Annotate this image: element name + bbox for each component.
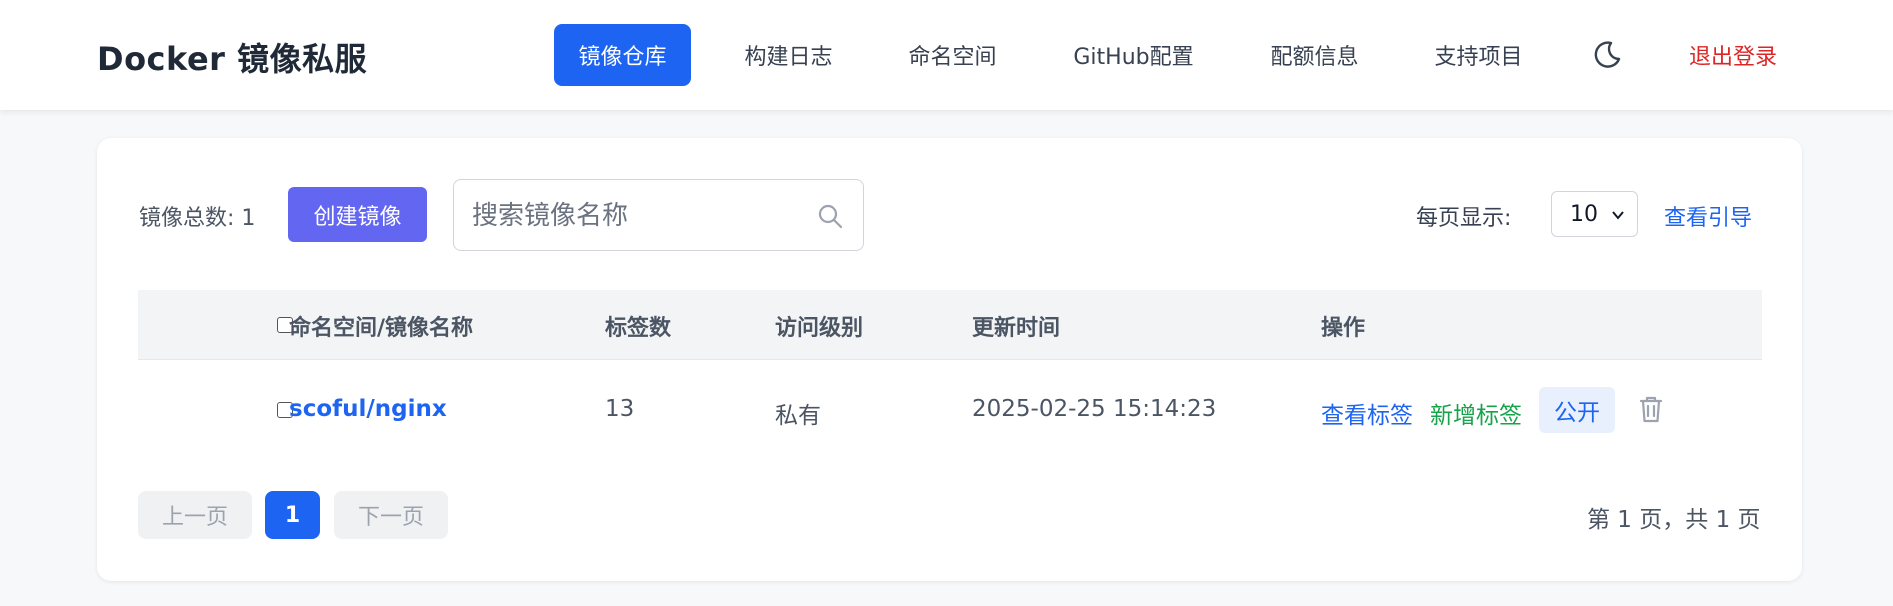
view-tags-button[interactable]: 查看标签 <box>1321 396 1413 430</box>
search-icon[interactable] <box>816 202 844 230</box>
prev-page-button[interactable]: 上一页 <box>138 491 252 539</box>
view-guide-link[interactable]: 查看引导 <box>1664 200 1752 232</box>
per-page-label: 每页显示: <box>1416 206 1512 231</box>
nav-item-support[interactable]: 支持项目 <box>1410 24 1547 86</box>
column-header-actions: 操作 <box>1321 316 1366 341</box>
nav-item-registry[interactable]: 镜像仓库 <box>554 24 691 86</box>
chevron-down-icon <box>1612 211 1624 220</box>
trash-icon[interactable] <box>1635 393 1667 425</box>
create-image-button[interactable]: 创建镜像 <box>288 187 427 242</box>
top-header: Docker 镜像私服 镜像仓库 构建日志 命名空间 GitHub配置 配额信息… <box>0 0 1893 110</box>
nav-item-namespaces[interactable]: 命名空间 <box>884 24 1021 86</box>
table-header: 命名空间/镜像名称 标签数 访问级别 更新时间 操作 <box>138 290 1762 360</box>
access-level: 私有 <box>775 403 821 429</box>
column-header-updated: 更新时间 <box>972 316 1061 341</box>
column-header-tags: 标签数 <box>605 316 672 341</box>
tag-count: 13 <box>605 396 635 422</box>
logout-button[interactable]: 退出登录 <box>1670 24 1796 86</box>
moon-icon[interactable] <box>1591 39 1623 71</box>
brand-title: Docker 镜像私服 <box>97 40 368 78</box>
make-public-button[interactable]: 公开 <box>1539 387 1615 433</box>
nav-item-build-logs[interactable]: 构建日志 <box>720 24 857 86</box>
per-page-value: 10 <box>1570 201 1598 227</box>
updated-time: 2025-02-25 15:14:23 <box>972 396 1217 422</box>
add-tag-button[interactable]: 新增标签 <box>1430 396 1522 430</box>
image-list-card: 镜像总数: 1 创建镜像 每页显示: 10 查看引导 命名空间/镜像名称 标签数… <box>97 138 1802 581</box>
column-header-name: 命名空间/镜像名称 <box>289 316 474 341</box>
search-input[interactable] <box>472 198 802 234</box>
per-page-select[interactable]: 10 <box>1551 191 1638 237</box>
column-header-access: 访问级别 <box>775 316 864 341</box>
page-1-button[interactable]: 1 <box>265 491 320 539</box>
next-page-button[interactable]: 下一页 <box>334 491 448 539</box>
nav-item-quota[interactable]: 配额信息 <box>1246 24 1383 86</box>
total-count-label: 镜像总数: 1 <box>139 206 256 231</box>
nav-item-github-config[interactable]: GitHub配置 <box>1055 24 1212 86</box>
search-box <box>453 179 864 251</box>
image-name-link[interactable]: scoful/nginx <box>289 396 447 422</box>
table-row: scoful/nginx 13 私有 2025-02-25 15:14:23 查… <box>138 360 1762 460</box>
page-info-text: 第 1 页，共 1 页 <box>1587 507 1761 533</box>
